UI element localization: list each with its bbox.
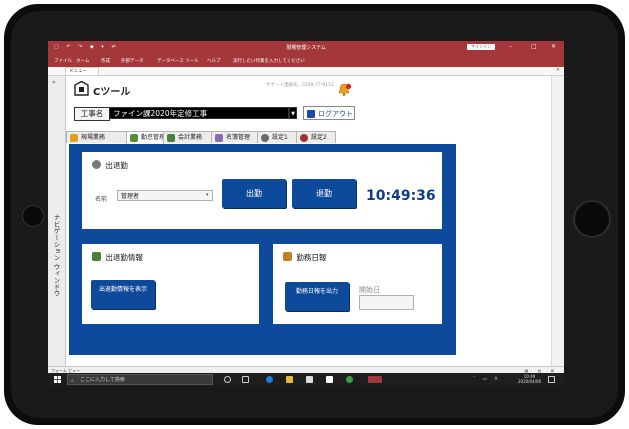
- project-combobox[interactable]: ファイン課2020年定修工事: [109, 107, 289, 119]
- logout-label: ログアウト: [318, 110, 353, 118]
- chrome-icon[interactable]: [346, 376, 353, 383]
- maximize-icon[interactable]: □: [531, 43, 537, 50]
- tab-meibo[interactable]: 名簿管理: [211, 131, 258, 143]
- mail-icon[interactable]: [326, 376, 333, 383]
- windows-start-icon[interactable]: [54, 376, 61, 383]
- tab-settings-1[interactable]: 設定1: [257, 131, 297, 143]
- calculator-icon: [167, 134, 175, 142]
- navigation-pane-label: ナビゲーション ウィンドウ: [52, 214, 60, 297]
- hard-hat-icon: [70, 134, 78, 142]
- attendance-panel: 出退勤 名前 管理者 ▾ 出勤 退勤 10:49:36 出退勤情報 出退勤情報を…: [69, 144, 456, 355]
- attendance-heading: 出退勤: [92, 160, 128, 171]
- taskbar-search[interactable]: ⌕ ここに入力して検索: [67, 374, 213, 385]
- search-icon: ⌕: [71, 378, 74, 384]
- ribbon-tab-external-data[interactable]: 外部データ: [121, 58, 144, 64]
- tab-label: 設定2: [311, 134, 327, 141]
- camera-icon: [22, 205, 44, 227]
- support-contact: サポート連絡先：0299-77-9151: [266, 83, 334, 88]
- tab-settings-2[interactable]: 設定2: [296, 131, 336, 143]
- ribbon-tab-home[interactable]: ホーム: [76, 58, 89, 64]
- close-icon[interactable]: ✕: [551, 43, 556, 50]
- document-tab-menu[interactable]: メニュー: [65, 67, 99, 75]
- attendance-title: 出退勤: [105, 161, 128, 170]
- store-icon[interactable]: [306, 376, 313, 383]
- project-label: 工事名: [74, 107, 110, 121]
- ribbon-tab-file[interactable]: ファイル: [54, 58, 72, 64]
- ribbon-tab-create[interactable]: 作成: [101, 58, 110, 64]
- tab-kaikei[interactable]: 会計業務: [163, 131, 212, 143]
- tab-kintai[interactable]: 勤怠管理: [126, 131, 166, 144]
- document-close-icon[interactable]: ×: [556, 67, 560, 73]
- tab-label: 勤怠管理: [141, 134, 166, 141]
- title-bar: □ ↶ ↷ ◆ ▾ ⇌ 現場管理システム サインイン – □ ✕: [48, 41, 564, 54]
- chevron-down-icon[interactable]: ▼: [289, 107, 297, 119]
- taskbar-clock[interactable]: 10:49 2020/04/06: [518, 374, 541, 384]
- screen: □ ↶ ↷ ◆ ▾ ⇌ 現場管理システム サインイン – □ ✕ ファイル ホー…: [48, 41, 564, 386]
- tell-me-input[interactable]: 実行したい作業を入力してください: [233, 58, 305, 64]
- output-daily-report-button[interactable]: 勤務日報を出力: [285, 282, 349, 311]
- attendance-info-heading: 出退勤情報: [92, 252, 143, 263]
- attendance-info-title: 出退勤情報: [105, 253, 143, 262]
- current-time: 10:49:36: [366, 188, 436, 204]
- windows-taskbar: ⌕ ここに入力して検索 ˆ ▭ A 10:49 2020/04/06: [48, 373, 564, 386]
- document-tab-bar: メニュー ×: [48, 67, 564, 76]
- clock-person-icon: [92, 160, 101, 169]
- expand-chevron-icon[interactable]: »: [52, 79, 56, 86]
- chevron-down-icon[interactable]: ▾: [206, 192, 209, 198]
- tab-label: 現場業務: [81, 134, 106, 141]
- logo-text: Cツール: [93, 87, 131, 98]
- daily-report-title: 勤務日報: [296, 253, 327, 262]
- name-label: 名前: [95, 196, 108, 203]
- building-icon: [92, 252, 101, 261]
- taskbar-search-placeholder: ここに入力して検索: [80, 377, 125, 383]
- minimize-icon[interactable]: –: [509, 43, 512, 50]
- edit-icon: [215, 134, 223, 142]
- gear-icon: [300, 134, 308, 142]
- file-explorer-icon[interactable]: [286, 376, 293, 383]
- tab-label: 設定1: [272, 134, 288, 141]
- daily-report-heading: 勤務日報: [283, 252, 326, 263]
- logout-button[interactable]: ログアウト: [303, 106, 355, 120]
- edge-icon[interactable]: [266, 376, 273, 383]
- home-button[interactable]: [573, 200, 611, 238]
- cortana-icon[interactable]: [224, 376, 231, 383]
- taskbar-date: 2020/04/06: [518, 379, 542, 384]
- daily-report-card: 勤務日報 勤務日報を出力 開始日: [273, 244, 442, 324]
- report-icon: [283, 252, 292, 261]
- tab-genba[interactable]: 現場業務: [66, 131, 127, 143]
- ribbon-tabs: ファイル ホーム 作成 外部データ データベース ツール ヘルプ 実行したい作業…: [48, 54, 564, 67]
- start-date-input[interactable]: [359, 295, 414, 310]
- access-app-icon[interactable]: [368, 376, 382, 383]
- tab-label: 会計業務: [178, 134, 203, 141]
- notification-center-icon[interactable]: [548, 376, 555, 383]
- tab-label: 名簿管理: [226, 134, 251, 141]
- vertical-scrollbar[interactable]: [551, 76, 560, 366]
- attendance-card: 出退勤 名前 管理者 ▾ 出勤 退勤 10:49:36: [82, 152, 442, 229]
- system-tray[interactable]: ˆ ▭ A: [473, 377, 500, 382]
- sign-in-button[interactable]: サインイン: [467, 44, 495, 50]
- menu-form: Cツール サポート連絡先：0299-77-9151 工事名 ファイン課2020年…: [66, 76, 551, 366]
- document-icon: [130, 134, 138, 142]
- task-view-icon[interactable]: [242, 376, 249, 383]
- clock-in-button[interactable]: 出勤: [222, 179, 286, 208]
- name-select[interactable]: 管理者: [117, 190, 213, 201]
- notification-bell-icon[interactable]: [336, 82, 352, 98]
- attendance-info-card: 出退勤情報 出退勤情報を表示: [82, 244, 259, 324]
- ribbon-tab-database-tools[interactable]: データベース ツール: [157, 58, 199, 64]
- start-date-label: 開始日: [359, 286, 380, 294]
- logout-icon: [307, 110, 315, 118]
- show-attendance-info-button[interactable]: 出退勤情報を表示: [91, 280, 155, 309]
- gear-icon: [261, 134, 269, 142]
- clock-out-button[interactable]: 退勤: [292, 179, 356, 208]
- logo-icon: [74, 81, 89, 96]
- ribbon-tab-help[interactable]: ヘルプ: [207, 58, 221, 64]
- tab-strip: 現場業務 勤怠管理 会計業務 名簿管理 設定1 設定2: [66, 131, 551, 144]
- navigation-pane[interactable]: » ナビゲーション ウィンドウ: [48, 76, 66, 366]
